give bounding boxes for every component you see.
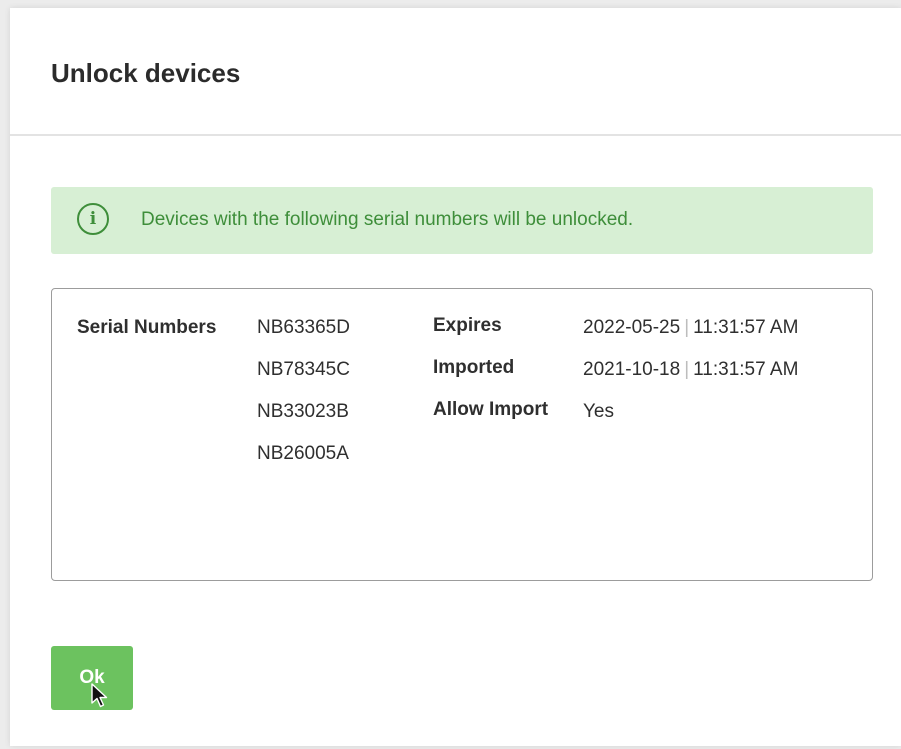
expires-label: Expires: [433, 315, 502, 336]
info-icon: i: [77, 203, 109, 235]
expires-value: 2022-05-25 | 11:31:57 AM: [583, 317, 798, 339]
mouse-cursor-icon: [91, 683, 108, 708]
imported-time: 11:31:57 AM: [693, 359, 799, 380]
dialog-header: Unlock devices: [10, 8, 901, 136]
imported-value: 2021-10-18 | 11:31:57 AM: [583, 359, 798, 381]
serial-numbers-label: Serial Numbers: [77, 317, 217, 338]
allow-import-label: Allow Import: [433, 399, 549, 420]
unlock-devices-dialog: Unlock devices i Devices with the follow…: [10, 8, 901, 746]
serial-number: NB33023B: [257, 401, 349, 422]
serial-number: NB26005A: [257, 443, 349, 464]
imported-date: 2021-10-18: [583, 359, 681, 380]
serial-number: NB78345C: [257, 359, 350, 380]
expires-time: 11:31:57 AM: [693, 317, 799, 338]
imported-label: Imported: [433, 357, 515, 378]
separator: |: [684, 317, 690, 338]
separator: |: [684, 359, 690, 380]
dialog-title: Unlock devices: [51, 58, 241, 88]
alert-message: Devices with the following serial number…: [141, 209, 634, 230]
allow-import-value: Yes: [583, 401, 614, 422]
expires-date: 2022-05-25: [583, 317, 681, 338]
info-alert: i Devices with the following serial numb…: [51, 187, 873, 254]
device-details-panel: Serial Numbers NB63365D NB78345C NB33023…: [51, 288, 873, 581]
serial-number: NB63365D: [257, 317, 350, 338]
